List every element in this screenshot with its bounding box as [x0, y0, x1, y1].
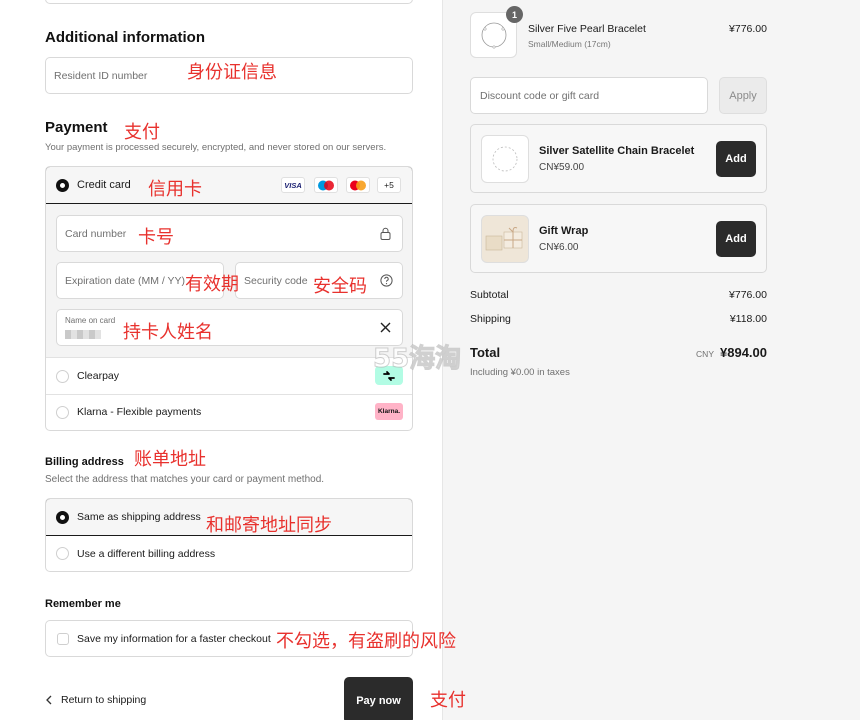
upsell-name: Gift Wrap — [539, 225, 589, 237]
apply-button[interactable]: Apply — [719, 77, 767, 114]
bracelet-icon — [481, 22, 506, 49]
payment-heading: Payment — [45, 119, 108, 136]
pay-now-button[interactable]: Pay now — [344, 677, 413, 720]
upsell-thumbnail — [481, 215, 529, 263]
same-as-shipping-radio[interactable] — [56, 511, 69, 524]
klarna-logo-icon: Klarna. — [375, 403, 403, 420]
name-on-card-label: Name on card — [65, 316, 116, 325]
billing-heading: Billing address — [45, 456, 124, 468]
name-on-card-annotation: 持卡人姓名 — [123, 322, 213, 343]
upsell-name: Silver Satellite Chain Bracelet — [539, 145, 695, 157]
resident-id-placeholder: Resident ID number — [54, 70, 148, 82]
total-value: ¥894.00 — [720, 345, 767, 360]
payment-subtitle: Your payment is processed securely, encr… — [45, 142, 387, 153]
subtotal-label: Subtotal — [470, 289, 509, 301]
subtotal-value: ¥776.00 — [729, 289, 767, 301]
different-billing-label: Use a different billing address — [77, 548, 216, 560]
klarna-option[interactable]: Klarna - Flexible payments Klarna. — [46, 395, 412, 430]
payment-annotation: 支付 — [124, 122, 160, 143]
discount-input[interactable]: Discount code or gift card — [470, 77, 708, 114]
upsell-thumbnail — [481, 135, 529, 183]
mastercard-icon — [346, 177, 370, 193]
security-code-annotation: 安全码 — [313, 276, 367, 297]
total-currency: CNY — [696, 349, 714, 359]
remember-me-annotation: 不勾选，有盗刷的风险 — [276, 631, 456, 652]
pay-now-annotation: 支付 — [430, 690, 466, 711]
chain-bracelet-icon — [492, 146, 518, 172]
billing-options-group: Same as shipping address 和邮寄地址同步 Use a d… — [45, 498, 413, 572]
name-on-card-input[interactable]: Name on card — [56, 309, 403, 346]
remember-heading: Remember me — [45, 598, 121, 610]
shipping-label: Shipping — [470, 313, 511, 325]
add-upsell-button[interactable]: Add — [716, 221, 756, 257]
total-label: Total — [470, 345, 501, 360]
same-as-shipping-annotation: 和邮寄地址同步 — [206, 515, 332, 536]
credit-card-annotation: 信用卡 — [148, 179, 202, 200]
quantity-badge: 1 — [506, 6, 523, 23]
upsell-card: Gift Wrap CN¥6.00 Add — [470, 204, 767, 273]
credit-card-label: Credit card — [77, 179, 131, 191]
tax-note: Including ¥0.00 in taxes — [470, 367, 570, 378]
more-cards-badge: +5 — [377, 177, 401, 193]
clear-icon[interactable] — [380, 322, 391, 333]
total-value-group: CNY ¥894.00 — [696, 345, 767, 360]
upsell-card: Silver Satellite Chain Bracelet CN¥59.00… — [470, 124, 767, 193]
credit-card-radio[interactable] — [56, 179, 69, 192]
clearpay-radio[interactable] — [56, 370, 69, 383]
remember-me-label: Save my information for a faster checkou… — [77, 633, 271, 645]
card-number-annotation: 卡号 — [138, 227, 174, 248]
clearpay-label: Clearpay — [77, 370, 120, 382]
billing-annotation: 账单地址 — [134, 449, 206, 470]
shipping-value: ¥118.00 — [729, 313, 767, 325]
same-as-shipping-label: Same as shipping address — [77, 511, 201, 523]
help-circle-icon[interactable] — [380, 274, 393, 287]
different-billing-option[interactable]: Use a different billing address — [46, 536, 412, 571]
discount-placeholder: Discount code or gift card — [480, 90, 600, 102]
credit-card-option[interactable]: Credit card VISA +5 — [46, 167, 412, 204]
klarna-label: Klarna - Flexible payments — [77, 406, 202, 418]
expiration-placeholder: Expiration date (MM / YY) — [65, 275, 186, 287]
security-code-placeholder: Security code — [244, 275, 308, 287]
chevron-left-icon — [46, 695, 52, 705]
product-price: ¥776.00 — [729, 23, 767, 35]
site-watermark: 55海淘 — [372, 344, 462, 375]
clearpay-option[interactable]: Clearpay — [46, 358, 412, 395]
top-field-remnant — [45, 0, 413, 4]
return-to-shipping-link[interactable]: Return to shipping — [45, 694, 146, 706]
additional-info-heading: Additional information — [45, 29, 205, 46]
add-upsell-button[interactable]: Add — [716, 141, 756, 177]
klarna-radio[interactable] — [56, 406, 69, 419]
billing-subtitle: Select the address that matches your car… — [45, 474, 325, 485]
upsell-price: CN¥6.00 — [539, 242, 579, 253]
lock-icon — [380, 227, 391, 240]
product-name: Silver Five Pearl Bracelet — [528, 23, 646, 35]
card-number-input[interactable]: Card number — [56, 215, 403, 252]
gift-wrap-icon — [485, 227, 523, 251]
remember-me-checkbox[interactable] — [57, 633, 69, 645]
maestro-icon — [314, 177, 338, 193]
return-to-shipping-label: Return to shipping — [61, 694, 147, 706]
visa-icon: VISA — [281, 177, 305, 193]
different-billing-radio[interactable] — [56, 547, 69, 560]
card-number-placeholder: Card number — [65, 228, 127, 240]
product-variant: Small/Medium (17cm) — [528, 39, 611, 49]
name-on-card-value-blurred — [65, 330, 101, 339]
upsell-price: CN¥59.00 — [539, 162, 585, 173]
resident-id-annotation: 身份证信息 — [187, 62, 277, 83]
payment-methods-group: Credit card VISA +5 信用卡 Card number 卡号 E… — [45, 166, 413, 431]
expiration-annotation: 有效期 — [185, 274, 239, 295]
